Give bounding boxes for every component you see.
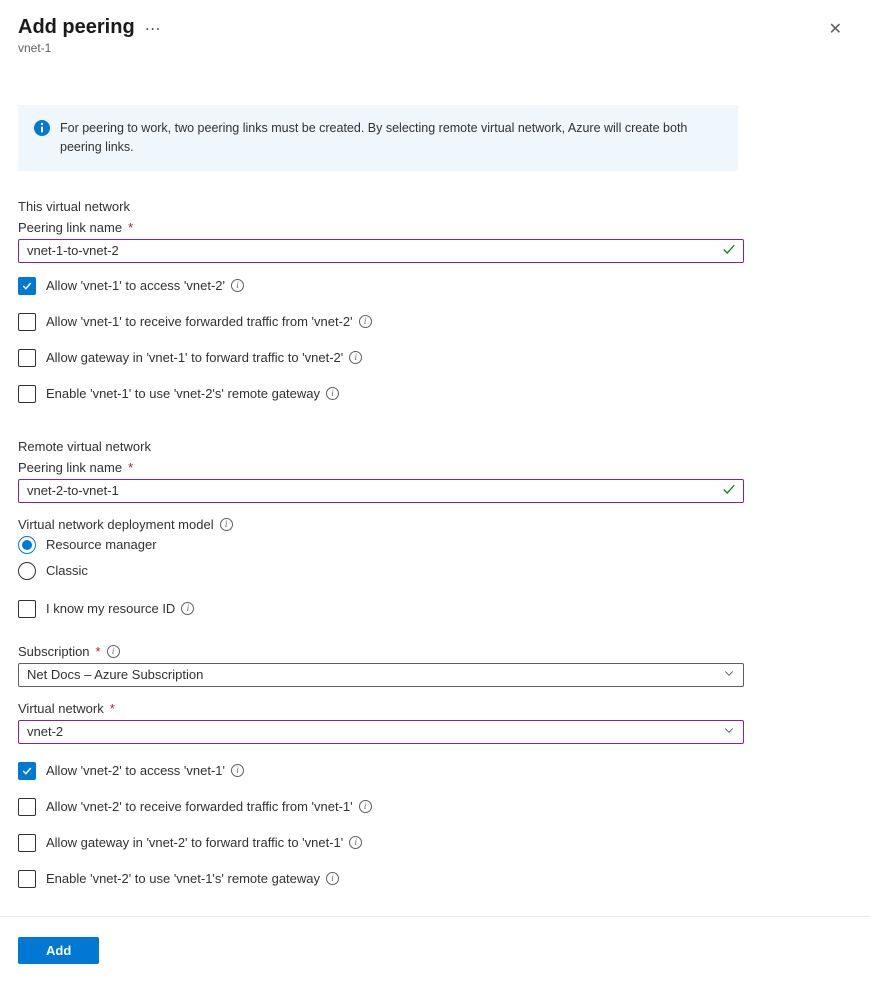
info-tooltip-icon[interactable]: i xyxy=(326,872,339,885)
info-tooltip-icon[interactable]: i xyxy=(107,645,120,658)
info-text: For peering to work, two peering links m… xyxy=(60,119,722,157)
this-allow-gateway-checkbox[interactable] xyxy=(18,349,36,367)
this-use-remote-gateway-label: Enable 'vnet-1' to use 'vnet-2's' remote… xyxy=(46,386,320,401)
info-icon xyxy=(34,120,50,136)
info-tooltip-icon[interactable]: i xyxy=(349,351,362,364)
chevron-down-icon xyxy=(723,667,735,682)
info-tooltip-icon[interactable]: i xyxy=(359,315,372,328)
this-peering-link-input[interactable] xyxy=(18,239,744,263)
info-tooltip-icon[interactable]: i xyxy=(349,836,362,849)
this-allow-access-label: Allow 'vnet-1' to access 'vnet-2' xyxy=(46,278,225,293)
this-peering-link-label: Peering link name* xyxy=(18,220,852,235)
add-button[interactable]: Add xyxy=(18,937,99,964)
info-tooltip-icon[interactable]: i xyxy=(359,800,372,813)
info-tooltip-icon[interactable]: i xyxy=(181,602,194,615)
remote-allow-gateway-checkbox[interactable] xyxy=(18,834,36,852)
this-use-remote-gateway-checkbox[interactable] xyxy=(18,385,36,403)
info-tooltip-icon[interactable]: i xyxy=(220,518,233,531)
remote-use-remote-gateway-label: Enable 'vnet-2' to use 'vnet-1's' remote… xyxy=(46,871,320,886)
page-title: Add peering xyxy=(18,16,135,39)
remote-allow-forwarded-checkbox[interactable] xyxy=(18,798,36,816)
remote-allow-access-label: Allow 'vnet-2' to access 'vnet-1' xyxy=(46,763,225,778)
remote-allow-forwarded-label: Allow 'vnet-2' to receive forwarded traf… xyxy=(46,799,353,814)
remote-allow-gateway-label: Allow gateway in 'vnet-2' to forward tra… xyxy=(46,835,343,850)
page-subtitle: vnet-1 xyxy=(18,41,162,55)
this-allow-gateway-label: Allow gateway in 'vnet-1' to forward tra… xyxy=(46,350,343,365)
subscription-label: Subscription* i xyxy=(18,644,852,659)
info-tooltip-icon[interactable]: i xyxy=(326,387,339,400)
this-allow-forwarded-label: Allow 'vnet-1' to receive forwarded traf… xyxy=(46,314,353,329)
model-classic-label: Classic xyxy=(46,563,88,578)
this-vnet-section-title: This virtual network xyxy=(18,199,852,214)
remote-peering-link-label: Peering link name* xyxy=(18,460,852,475)
info-tooltip-icon[interactable]: i xyxy=(231,279,244,292)
virtual-network-value: vnet-2 xyxy=(27,724,63,739)
subscription-select[interactable]: Net Docs – Azure Subscription xyxy=(18,663,744,687)
virtual-network-label: Virtual network* xyxy=(18,701,852,716)
more-icon[interactable]: ⋯ xyxy=(145,18,162,38)
info-banner: For peering to work, two peering links m… xyxy=(18,105,738,171)
model-resource-manager-label: Resource manager xyxy=(46,537,157,552)
remote-use-remote-gateway-checkbox[interactable] xyxy=(18,870,36,888)
chevron-down-icon xyxy=(723,724,735,739)
deployment-model-label: Virtual network deployment model i xyxy=(18,517,852,532)
close-button[interactable]: ✕ xyxy=(829,16,852,38)
remote-vnet-section-title: Remote virtual network xyxy=(18,439,852,454)
this-allow-access-checkbox[interactable] xyxy=(18,277,36,295)
model-resource-manager-radio[interactable] xyxy=(18,536,36,554)
model-classic-radio[interactable] xyxy=(18,562,36,580)
info-tooltip-icon[interactable]: i xyxy=(231,764,244,777)
virtual-network-select[interactable]: vnet-2 xyxy=(18,720,744,744)
subscription-value: Net Docs – Azure Subscription xyxy=(27,667,203,682)
know-resource-id-label: I know my resource ID xyxy=(46,601,175,616)
this-allow-forwarded-checkbox[interactable] xyxy=(18,313,36,331)
remote-peering-link-input[interactable] xyxy=(18,479,744,503)
know-resource-id-checkbox[interactable] xyxy=(18,600,36,618)
remote-allow-access-checkbox[interactable] xyxy=(18,762,36,780)
